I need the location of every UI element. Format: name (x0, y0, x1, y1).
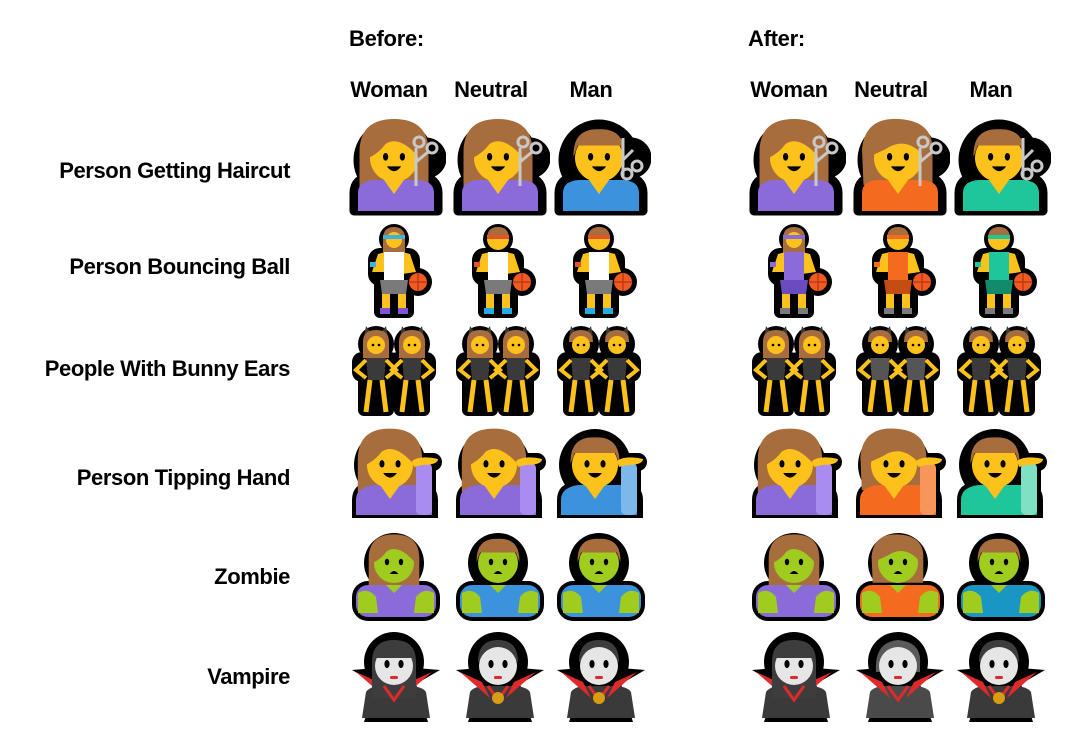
row-label-bouncing-ball: Person Bouncing Ball (69, 254, 290, 279)
emoji-haircut-after-woman (746, 118, 846, 218)
before-section-title: Before: (349, 26, 424, 51)
tipping-neutral-icon (856, 428, 946, 518)
emoji-tipping-after-woman (746, 425, 846, 525)
haircut-man-icon (954, 119, 1051, 216)
zombie-neutral-icon (456, 533, 544, 621)
emoji-haircut-after-man (951, 118, 1051, 218)
emoji-zombie-after-woman (746, 527, 846, 627)
vampire-neutral-icon (856, 632, 944, 722)
before-col-woman: Woman (350, 77, 428, 102)
ball-man-icon (973, 224, 1037, 318)
emoji-zombie-before-man (551, 527, 651, 627)
emoji-ball-after-man (951, 222, 1051, 322)
tipping-man-icon (557, 429, 647, 518)
emoji-tipping-after-man (951, 425, 1051, 525)
vampire-woman-icon (752, 632, 840, 722)
emoji-ball-after-neutral (850, 222, 950, 322)
row-label-bunny-ears: People With Bunny Ears (44, 356, 291, 381)
bunny-man-icon (557, 326, 641, 416)
tipping-woman-icon (352, 428, 442, 518)
haircut-neutral-icon (453, 119, 550, 216)
emoji-vampire-after-woman (746, 628, 846, 728)
emoji-tipping-before-man (551, 425, 651, 525)
emoji-vampire-before-neutral (450, 628, 550, 728)
tipping-woman-icon (752, 428, 842, 518)
emoji-zombie-before-neutral (450, 527, 550, 627)
row-label-haircut: Person Getting Haircut (59, 158, 290, 183)
before-col-neutral: Neutral (454, 77, 528, 102)
emoji-vampire-before-woman (346, 628, 446, 728)
after-col-neutral: Neutral (854, 77, 928, 102)
zombie-woman-icon (752, 533, 840, 621)
emoji-ball-before-man (551, 222, 651, 322)
ball-woman-icon (368, 224, 432, 318)
emoji-haircut-before-woman (346, 118, 446, 218)
bunny-woman-icon (352, 326, 436, 416)
emoji-zombie-before-woman (346, 527, 446, 627)
emoji-tipping-after-neutral (850, 425, 950, 525)
after-section-title: After: (748, 26, 805, 51)
after-col-man: Man (969, 77, 1013, 102)
emoji-ball-after-woman (746, 222, 846, 322)
bunny-neutral-icon (856, 326, 940, 416)
haircut-neutral-icon (853, 118, 950, 216)
emoji-bunny-after-neutral (850, 322, 950, 422)
emoji-bunny-before-woman (346, 322, 446, 422)
emoji-vampire-after-neutral (850, 628, 950, 728)
bunny-neutral-icon (456, 326, 540, 416)
vampire-neutral-icon (456, 632, 544, 722)
tipping-neutral-icon (456, 428, 546, 518)
emoji-bunny-after-man (951, 322, 1051, 422)
haircut-woman-icon (349, 119, 446, 216)
zombie-neutral-icon (856, 533, 944, 621)
emoji-haircut-after-neutral (850, 118, 950, 218)
bunny-man-icon (957, 326, 1041, 416)
row-label-tipping-hand: Person Tipping Hand (76, 465, 291, 490)
tipping-man-icon (957, 429, 1047, 518)
emoji-haircut-before-man (551, 118, 651, 218)
zombie-man-icon (957, 533, 1045, 621)
before-col-man: Man (569, 77, 613, 102)
emoji-zombie-after-man (951, 527, 1051, 627)
row-label-vampire: Vampire (207, 664, 290, 689)
emoji-bunny-before-man (551, 322, 651, 422)
emoji-bunny-after-woman (746, 322, 846, 422)
emoji-bunny-before-neutral (450, 322, 550, 422)
emoji-ball-before-woman (346, 222, 446, 322)
vampire-woman-icon (352, 632, 440, 722)
emoji-zombie-after-neutral (850, 527, 950, 627)
zombie-woman-icon (352, 533, 440, 621)
emoji-vampire-before-man (551, 628, 651, 728)
emoji-tipping-before-neutral (450, 425, 550, 525)
haircut-man-icon (554, 119, 651, 216)
vampire-man-icon (957, 632, 1045, 722)
zombie-man-icon (557, 533, 645, 621)
emoji-tipping-before-woman (346, 425, 446, 525)
after-col-woman: Woman (750, 77, 828, 102)
emoji-haircut-before-neutral (450, 118, 550, 218)
emoji-ball-before-neutral (450, 222, 550, 322)
row-label-zombie: Zombie (214, 564, 290, 589)
bunny-woman-icon (752, 326, 836, 416)
ball-neutral-icon (472, 224, 536, 318)
emoji-vampire-after-man (951, 628, 1051, 728)
ball-man-icon (573, 224, 637, 318)
vampire-man-icon (557, 632, 645, 722)
ball-woman-icon (768, 224, 832, 318)
haircut-woman-icon (749, 119, 846, 216)
ball-neutral-icon (872, 224, 936, 318)
